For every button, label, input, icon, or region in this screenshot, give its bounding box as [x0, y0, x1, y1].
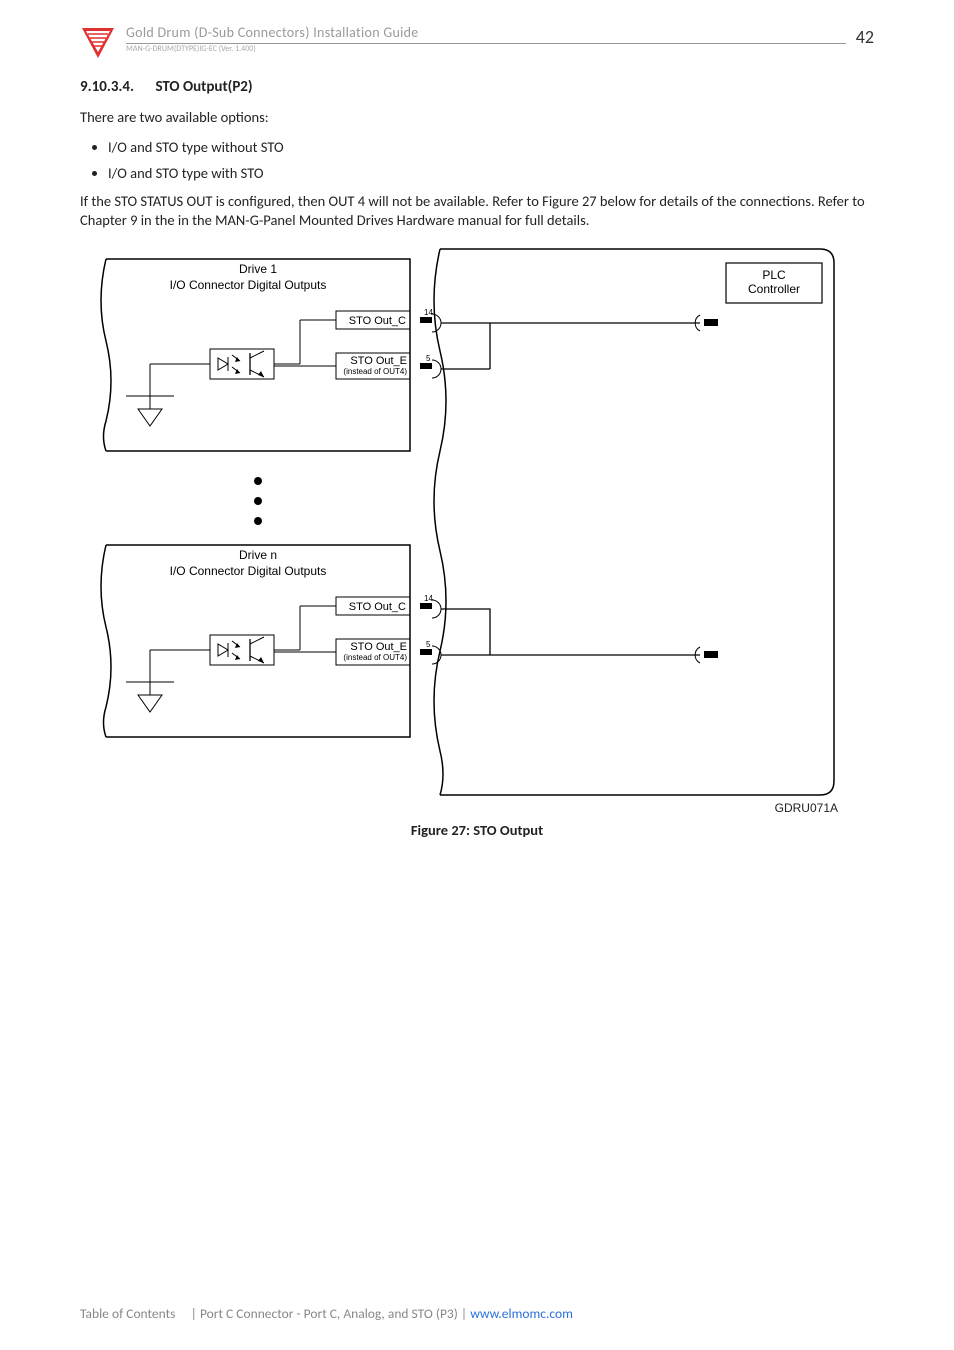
list-item: I/O and STO type with STO: [108, 164, 874, 182]
driven-title: Drive n: [239, 548, 277, 562]
options-list: I/O and STO type without STO I/O and STO…: [80, 138, 874, 182]
sto-out-e-sub-1: (instead of OUT4): [343, 367, 407, 376]
sto-out-e-n: STO Out_E: [350, 641, 407, 653]
pin14-1: 14: [424, 308, 433, 317]
plc-label-2: Controller: [748, 282, 800, 296]
section-link[interactable]: Port C Connector - Port C, Analog, and S…: [200, 1305, 458, 1322]
sto-out-e-sub-n: (instead of OUT4): [343, 653, 407, 662]
list-item: I/O and STO type without STO: [108, 138, 874, 156]
elmo-logo: [80, 24, 116, 60]
sto-out-c-1: STO Out_C: [349, 315, 406, 327]
pin14-n: 14: [424, 594, 433, 603]
sto-output-diagram: PLC Controller Drive 1 I/O Connector Dig…: [80, 241, 840, 801]
figure-caption: Figure 27: STO Output: [80, 821, 874, 839]
doc-title: Gold Drum (D-Sub Connectors) Installatio…: [126, 24, 846, 44]
figure-code: GDRU071A: [80, 801, 840, 815]
separator: |: [191, 1305, 197, 1322]
plc-label-1: PLC: [762, 268, 786, 282]
pin5-1: 5: [426, 354, 431, 363]
doc-version: MAN-G-DRUM(DTYPE)IG-EC (Ver. 1.400): [126, 44, 846, 54]
page-footer: Table of Contents | Port C Connector - P…: [80, 1305, 573, 1322]
sto-out-e-1: STO Out_E: [350, 355, 407, 367]
io-label-1: I/O Connector Digital Outputs: [170, 278, 327, 292]
figure-wrap: PLC Controller Drive 1 I/O Connector Dig…: [80, 241, 874, 839]
header-titles: Gold Drum (D-Sub Connectors) Installatio…: [126, 24, 846, 54]
section-title: STO Output(P2): [155, 78, 252, 96]
page-number: 42: [856, 24, 874, 48]
separator: |: [461, 1305, 467, 1322]
sto-out-c-n: STO Out_C: [349, 601, 406, 613]
pin5-n: 5: [426, 640, 431, 649]
body-paragraph: If the STO STATUS OUT is configured, the…: [80, 192, 874, 231]
section-number: 9.10.3.4.: [80, 78, 134, 96]
section-heading: 9.10.3.4. STO Output(P2): [80, 78, 874, 96]
intro-text: There are two available options:: [80, 108, 874, 128]
drive1-title: Drive 1: [239, 262, 277, 276]
page-header: Gold Drum (D-Sub Connectors) Installatio…: [80, 24, 874, 60]
website-link[interactable]: www.elmomc.com: [470, 1305, 573, 1322]
toc-link[interactable]: Table of Contents: [80, 1305, 175, 1322]
io-label-n: I/O Connector Digital Outputs: [170, 564, 327, 578]
